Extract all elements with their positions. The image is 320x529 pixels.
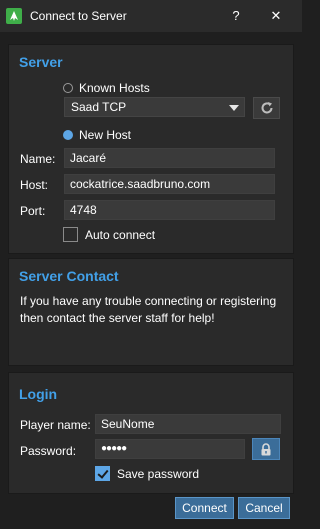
title-bar: Connect to Server ? ✕ (0, 0, 302, 32)
save-password-checkbox[interactable]: Save password (95, 466, 199, 481)
cancel-button[interactable]: Cancel (238, 497, 290, 519)
host-label: Host: (20, 178, 49, 192)
known-hosts-value: Saad TCP (71, 100, 127, 114)
login-panel: Login Player name: SeuNome Password: ●●●… (8, 372, 294, 494)
port-label: Port: (20, 204, 46, 218)
server-contact-panel: Server Contact If you have any trouble c… (8, 258, 294, 366)
player-name-field[interactable]: SeuNome (95, 414, 281, 434)
chevron-down-icon[interactable] (229, 105, 239, 111)
login-section-title: Login (19, 386, 58, 402)
save-password-label: Save password (117, 466, 200, 481)
new-host-radio-indicator[interactable] (63, 130, 73, 140)
cockatrice-icon (6, 8, 22, 24)
new-host-label: New Host (79, 128, 132, 142)
password-field[interactable]: ●●●●● (95, 439, 245, 459)
password-label: Password: (20, 444, 77, 458)
known-hosts-radio[interactable]: Known Hosts (63, 81, 150, 95)
server-section-title: Server (19, 54, 63, 70)
save-password-checkbox-box[interactable] (95, 466, 110, 481)
port-field[interactable]: 4748 (64, 200, 275, 220)
contact-message: If you have any trouble connecting or re… (20, 294, 277, 325)
known-hosts-dropdown[interactable]: Saad TCP (64, 97, 245, 117)
close-button[interactable]: ✕ (264, 4, 288, 28)
refresh-button[interactable] (253, 97, 280, 119)
name-label: Name: (20, 152, 56, 166)
host-field[interactable]: cockatrice.saadbruno.com (64, 174, 275, 194)
known-hosts-radio-indicator[interactable] (63, 83, 73, 93)
window-title: Connect to Server (30, 9, 127, 23)
lock-icon (261, 442, 271, 455)
server-contact-section-title: Server Contact (19, 268, 119, 284)
server-panel: Server Known Hosts Saad TCP New Host Nam… (8, 44, 294, 254)
known-hosts-label: Known Hosts (79, 81, 150, 95)
refresh-icon (261, 102, 272, 114)
player-name-label: Player name: (20, 418, 91, 432)
name-field[interactable]: Jacaré (64, 148, 275, 168)
new-host-radio[interactable]: New Host (63, 128, 131, 142)
connect-button[interactable]: Connect (175, 497, 234, 519)
show-password-button[interactable] (252, 438, 280, 460)
auto-connect-checkbox-box[interactable] (63, 227, 78, 242)
auto-connect-label: Auto connect (85, 227, 156, 242)
auto-connect-checkbox[interactable]: Auto connect (63, 227, 155, 242)
help-button[interactable]: ? (224, 4, 248, 28)
